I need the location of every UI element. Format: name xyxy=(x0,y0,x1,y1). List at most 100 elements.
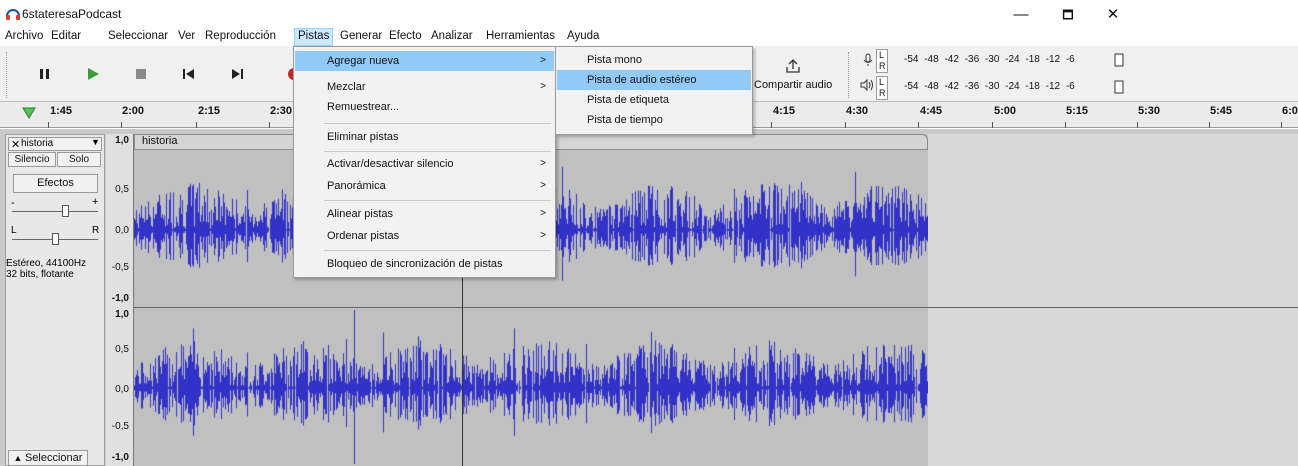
play-head-triangle-icon[interactable] xyxy=(22,107,36,119)
menu-ver[interactable]: Ver xyxy=(178,30,195,42)
track-name-dropdown[interactable]: ✕ historia ▼ xyxy=(8,137,102,151)
menu-item-eliminar-pistas[interactable]: Eliminar pistas xyxy=(295,127,554,147)
menu-ayuda[interactable]: Ayuda xyxy=(567,30,599,42)
record-button[interactable] xyxy=(265,52,300,98)
scale-label: -0,5 xyxy=(111,262,129,273)
window-title: 6stateresaPodcast xyxy=(22,7,122,21)
track-control-panel[interactable]: ✕ historia ▼ Silencio Solo Efectos - + L… xyxy=(5,134,105,466)
ruler-label: 2:15 xyxy=(198,105,221,117)
ruler-label: 2:00 xyxy=(122,105,145,117)
menu-item-pista-tiempo[interactable]: Pista de tiempo xyxy=(557,110,751,130)
menu-item-pista-audio-estereo[interactable]: Pista de audio estéreo xyxy=(557,70,751,90)
gain-minus-label: - xyxy=(11,197,15,209)
menu-bar: Archivo Editar Seleccionar Ver Reproducc… xyxy=(0,28,1298,46)
share-audio-button[interactable]: Compartir audio xyxy=(753,52,843,98)
playback-meter-scale[interactable]: -54 -48 -42 -36 -30 -24 -18 -12 -6 xyxy=(904,81,1075,92)
share-audio-label: Compartir audio xyxy=(754,79,833,91)
scale-label: 0,0 xyxy=(115,384,129,395)
meter-l-label: L xyxy=(879,77,885,87)
track-close-icon[interactable]: ✕ xyxy=(11,138,20,151)
stop-button[interactable] xyxy=(121,52,163,98)
menu-separator xyxy=(324,123,551,124)
menu-editar[interactable]: Editar xyxy=(51,30,81,42)
recording-meter-scale[interactable]: -54 -48 -42 -36 -30 -24 -18 -12 -6 xyxy=(904,54,1075,65)
skip-start-button[interactable] xyxy=(169,52,211,98)
menu-analizar[interactable]: Analizar xyxy=(431,30,473,42)
menu-seleccionar[interactable]: Seleccionar xyxy=(108,30,168,42)
menu-item-bloqueo-sincronizacion[interactable]: Bloqueo de sincronización de pistas xyxy=(295,254,554,274)
menu-item-pista-mono[interactable]: Pista mono xyxy=(557,50,751,70)
track-info-bits: 32 bits, flotante xyxy=(6,269,74,280)
minimize-button[interactable]: — xyxy=(1006,4,1036,26)
recording-meter-lr: L R xyxy=(876,49,888,73)
submenu-arrow-icon: > xyxy=(540,208,546,219)
vertical-scale[interactable]: 1,0 0,5 0,0 -0,5 -1,0 1,0 0,5 0,0 -0,5 -… xyxy=(106,134,134,466)
submenu-arrow-icon: > xyxy=(540,230,546,241)
scale-label: -1,0 xyxy=(111,293,129,304)
select-track-button[interactable]: ▲ Seleccionar xyxy=(8,450,88,466)
menu-item-pista-etiqueta[interactable]: Pista de etiqueta xyxy=(557,90,751,110)
menu-herramientas[interactable]: Herramientas xyxy=(486,30,555,42)
skip-end-button[interactable] xyxy=(217,52,259,98)
menu-archivo[interactable]: Archivo xyxy=(5,30,43,42)
close-button[interactable]: ✕ xyxy=(1098,4,1128,26)
menu-separator xyxy=(324,200,551,201)
clip-title: historia xyxy=(142,135,178,147)
menu-efecto[interactable]: Efecto xyxy=(389,30,422,42)
gain-slider[interactable] xyxy=(12,211,98,212)
track-empty-area[interactable] xyxy=(928,134,1298,466)
menu-item-activar-silencio[interactable]: Activar/desactivar silencio > xyxy=(295,154,554,174)
ruler-tick xyxy=(196,122,197,128)
pan-r-label: R xyxy=(92,225,100,236)
track-info-format: Estéreo, 44100Hz xyxy=(6,258,87,269)
menu-item-ordenar-pistas[interactable]: Ordenar pistas > xyxy=(295,226,554,246)
scale-label: 1,0 xyxy=(115,309,129,320)
menu-generar[interactable]: Generar xyxy=(340,30,382,42)
menu-separator xyxy=(324,250,551,251)
toolbar-grip[interactable] xyxy=(848,52,850,98)
submenu-arrow-icon: > xyxy=(540,158,546,169)
solo-button[interactable]: Solo xyxy=(57,152,101,167)
toolbar-grip[interactable] xyxy=(6,52,10,98)
menu-item-alinear-pistas[interactable]: Alinear pistas > xyxy=(295,204,554,224)
menu-item-agregar-nueva[interactable]: Agregar nueva > xyxy=(295,51,554,71)
agregar-nueva-submenu: Pista mono Pista de audio estéreo Pista … xyxy=(555,46,753,135)
maximize-button[interactable]: 🗖 xyxy=(1053,4,1083,26)
select-label: Seleccionar xyxy=(24,452,83,464)
submenu-arrow-icon: > xyxy=(540,55,546,66)
recording-meter-slider-icon[interactable] xyxy=(1114,53,1124,67)
play-button[interactable] xyxy=(73,52,115,98)
menu-item-mezclar[interactable]: Mezclar > xyxy=(295,77,554,97)
ruler-label: 6:0 xyxy=(1282,105,1298,117)
menu-reproduccion[interactable]: Reproducción xyxy=(205,30,276,42)
menu-item-remuestrear[interactable]: Remuestrear... xyxy=(295,97,554,117)
playback-meter-slider-icon[interactable] xyxy=(1114,80,1124,94)
speaker-icon[interactable] xyxy=(860,79,874,91)
menu-pistas[interactable]: Pistas xyxy=(294,28,334,46)
menu-item-panoramica[interactable]: Panorámica > xyxy=(295,176,554,196)
meter-l-label: L xyxy=(879,50,885,60)
pan-slider-thumb[interactable] xyxy=(52,233,59,245)
ruler-label: 5:30 xyxy=(1138,105,1161,117)
gain-slider-thumb[interactable] xyxy=(62,205,69,217)
dropdown-arrow-icon: ▼ xyxy=(91,137,100,147)
playback-meter-lr: L R xyxy=(876,76,888,100)
track-info: Estéreo, 44100Hz 32 bits, flotante xyxy=(6,258,86,280)
triangle-up-icon: ▲ xyxy=(13,453,25,463)
ruler-tick xyxy=(845,122,846,128)
ruler-label: 1:45 xyxy=(50,105,73,117)
pause-button[interactable] xyxy=(25,52,67,98)
submenu-arrow-icon: > xyxy=(540,180,546,191)
gain-plus-label: + xyxy=(92,196,99,208)
submenu-arrow-icon: > xyxy=(540,81,546,92)
microphone-icon[interactable] xyxy=(862,53,874,67)
mute-button[interactable]: Silencio xyxy=(8,152,56,167)
meter-r-label: R xyxy=(879,61,886,71)
stop-icon xyxy=(136,69,146,79)
ruler-tick xyxy=(992,122,993,128)
ruler-label: 5:15 xyxy=(1066,105,1089,117)
pistas-menu: Agregar nueva > Mezclar > Remuestrear... E… xyxy=(293,46,556,278)
effects-button[interactable]: Efectos xyxy=(13,174,98,193)
ruler-tick xyxy=(1209,122,1210,128)
scale-label: 0,5 xyxy=(115,344,129,355)
